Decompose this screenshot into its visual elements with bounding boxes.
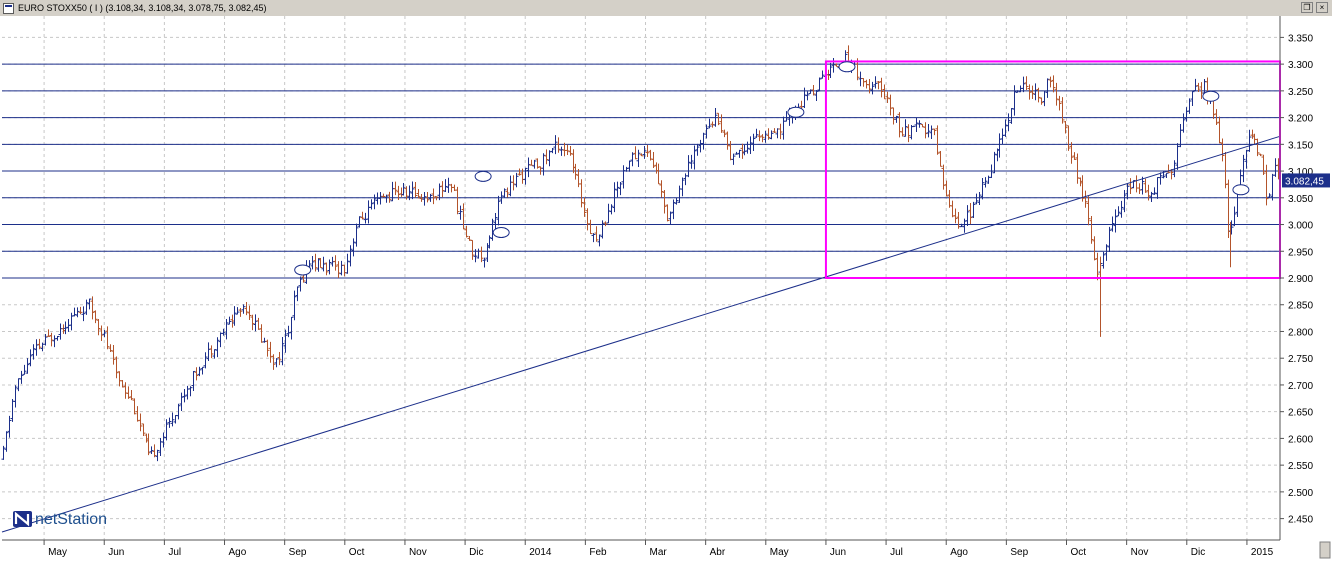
x-tick-label: Sep bbox=[1010, 547, 1028, 558]
x-tick-label: Jun bbox=[830, 547, 846, 558]
x-tick-label: Ago bbox=[950, 547, 968, 558]
x-tick-label: Sep bbox=[289, 547, 307, 558]
y-tick-label: 3.050 bbox=[1288, 194, 1313, 205]
scroll-handle bbox=[1319, 541, 1331, 559]
x-tick-label: Dic bbox=[469, 547, 483, 558]
x-tick-label: May bbox=[770, 547, 789, 558]
x-tick-label: Feb bbox=[589, 547, 607, 558]
y-tick-label: 3.200 bbox=[1288, 114, 1313, 125]
x-tick-label: Mar bbox=[650, 547, 668, 558]
y-tick-label: 3.300 bbox=[1288, 60, 1313, 71]
x-tick-label: Dic bbox=[1191, 547, 1205, 558]
gap-marker bbox=[1232, 184, 1250, 196]
y-tick-label: 2.500 bbox=[1288, 488, 1313, 499]
restore-icon[interactable]: ❐ bbox=[1301, 2, 1313, 13]
gap-marker bbox=[294, 264, 312, 276]
price-chart[interactable]: 2.450 2.500 2.550 2.600 2.650 2.700 2.750 2.800… bbox=[0, 16, 1332, 561]
chart-background bbox=[0, 16, 1332, 561]
y-tick-label: 2.700 bbox=[1288, 381, 1313, 392]
x-tick-label: Oct bbox=[1070, 547, 1086, 558]
x-tick-label: Oct bbox=[349, 547, 365, 558]
y-tick-label: 2.950 bbox=[1288, 247, 1313, 258]
last-price-label: 3.082,45 bbox=[1285, 176, 1324, 187]
x-tick-label: Jul bbox=[168, 547, 181, 558]
x-tick-label: May bbox=[48, 547, 67, 558]
window-icon bbox=[3, 3, 14, 14]
y-tick-label: 2.600 bbox=[1288, 434, 1313, 445]
gap-marker bbox=[1202, 90, 1220, 102]
y-tick-label: 2.750 bbox=[1288, 354, 1313, 365]
gap-marker bbox=[838, 61, 856, 73]
y-tick-label: 3.150 bbox=[1288, 140, 1313, 151]
logo-text: netStation bbox=[35, 511, 107, 528]
x-tick-label: 2014 bbox=[529, 547, 552, 558]
x-tick-label: Jun bbox=[108, 547, 124, 558]
netstation-logo: netStation bbox=[13, 511, 107, 528]
gap-marker bbox=[787, 106, 805, 118]
y-tick-label: 3.350 bbox=[1288, 33, 1313, 44]
y-tick-label: 3.000 bbox=[1288, 221, 1313, 232]
x-tick-label: Nov bbox=[409, 547, 427, 558]
y-tick-label: 3.250 bbox=[1288, 87, 1313, 98]
x-tick-label: Nov bbox=[1131, 547, 1149, 558]
x-tick-label: Jul bbox=[890, 547, 903, 558]
x-tick-label: Ago bbox=[229, 547, 247, 558]
y-tick-label: 2.550 bbox=[1288, 461, 1313, 472]
gap-marker bbox=[474, 170, 492, 182]
y-tick-label: 2.450 bbox=[1288, 515, 1313, 526]
y-tick-label: 2.900 bbox=[1288, 274, 1313, 285]
window-title: EURO STOXX50 ( I ) (3.108,34, 3.108,34, … bbox=[18, 3, 267, 13]
x-tick-label: 2015 bbox=[1251, 547, 1274, 558]
x-tick-label: Abr bbox=[710, 547, 726, 558]
y-tick-label: 2.850 bbox=[1288, 301, 1313, 312]
window-title-bar: EURO STOXX50 ( I ) (3.108,34, 3.108,34, … bbox=[0, 0, 1332, 17]
gap-marker bbox=[492, 227, 510, 239]
y-tick-label: 2.800 bbox=[1288, 327, 1313, 338]
close-icon[interactable]: × bbox=[1316, 2, 1328, 13]
y-tick-label: 2.650 bbox=[1288, 408, 1313, 419]
